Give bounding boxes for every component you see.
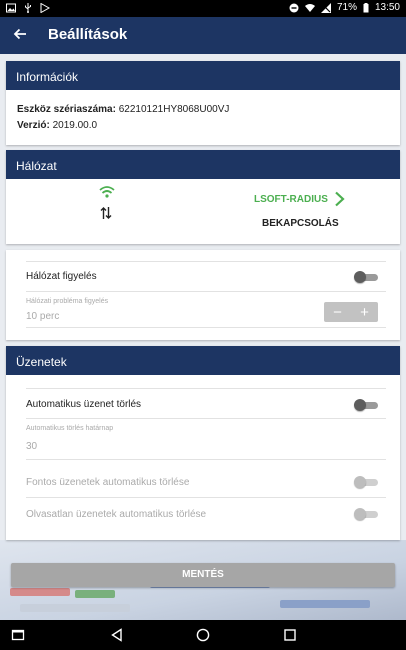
navigation-bar xyxy=(0,620,406,650)
save-button[interactable]: MENTÉS xyxy=(11,563,395,587)
wifi-signal-icon xyxy=(99,186,115,198)
toggle-thumb xyxy=(354,399,366,411)
toggle-thumb xyxy=(354,476,366,488)
usb-icon xyxy=(25,3,31,13)
recents-square-icon[interactable] xyxy=(11,628,25,642)
important-delete-label: Fontos üzenetek automatikus törlése xyxy=(26,477,190,488)
image-icon xyxy=(6,3,16,13)
toggle-thumb xyxy=(354,271,366,283)
arrow-left-icon[interactable] xyxy=(11,25,29,43)
unread-delete-toggle[interactable] xyxy=(354,508,378,520)
connect-button[interactable]: BEKAPCSOLÁS xyxy=(262,218,339,229)
page-title: Beállítások xyxy=(48,26,128,43)
info-card: Információk Eszköz szériaszáma: 62210121… xyxy=(6,61,400,145)
limit-value-input[interactable]: 30 xyxy=(26,441,386,452)
serial-label: Eszköz szériaszáma: xyxy=(17,104,116,115)
overview-square-icon[interactable] xyxy=(283,628,297,642)
network-card-header: Hálózat xyxy=(6,150,400,179)
network-monitoring-toggle[interactable] xyxy=(354,271,378,283)
version-line: Verzió: 2019.00.0 xyxy=(17,120,97,131)
important-delete-toggle[interactable] xyxy=(354,476,378,488)
chevron-right-icon[interactable] xyxy=(334,191,346,207)
play-store-icon xyxy=(40,3,50,13)
battery-percent: 71% xyxy=(336,2,357,13)
minus-circle-icon xyxy=(289,3,299,12)
info-card-header: Információk xyxy=(6,61,400,90)
increase-button[interactable]: + xyxy=(351,302,378,322)
toggle-thumb xyxy=(354,508,366,520)
input-underline xyxy=(26,459,386,460)
app-bar: Beállítások xyxy=(0,17,406,54)
serial-value: 62210121HY8068U00VJ xyxy=(118,104,230,115)
decrease-button[interactable]: − xyxy=(324,302,351,322)
version-value: 2019.00.0 xyxy=(52,120,98,131)
unread-delete-label: Olvasatlan üzenetek automatikus törlése xyxy=(26,509,207,520)
network-card: Hálózat LSOFT-RADIUS BEKAPCSOLÁS xyxy=(6,150,400,244)
divider xyxy=(26,497,386,498)
battery-icon xyxy=(363,2,369,12)
clock: 13:50 xyxy=(374,2,400,13)
data-transfer-icon xyxy=(100,207,112,219)
network-status: LSOFT-RADIUS BEKAPCSOLÁS xyxy=(6,179,400,243)
version-label: Verzió: xyxy=(17,120,50,131)
messages-card-header: Üzenetek xyxy=(6,346,400,375)
divider xyxy=(26,327,386,328)
divider xyxy=(26,388,386,389)
status-bar: 71% 13:50 xyxy=(0,0,406,17)
divider xyxy=(26,261,386,262)
home-circle-icon[interactable] xyxy=(196,628,210,642)
network-monitoring-label: Hálózat figyelés xyxy=(26,271,97,282)
serial-line: Eszköz szériaszáma: 62210121HY8068U00VJ xyxy=(17,104,229,115)
messages-card: Üzenetek Automatikus üzenet törlés Autom… xyxy=(6,346,400,540)
interval-stepper[interactable]: − + xyxy=(324,302,378,322)
monitoring-card: Hálózat figyelés Hálózati probléma figye… xyxy=(6,250,400,340)
wifi-icon xyxy=(304,3,315,12)
network-ssid[interactable]: LSOFT-RADIUS xyxy=(254,194,328,205)
auto-delete-label: Automatikus üzenet törlés xyxy=(26,399,142,410)
back-triangle-icon[interactable] xyxy=(110,628,124,642)
limit-hint: Automatikus törlés határnap xyxy=(26,425,114,432)
divider xyxy=(26,291,386,292)
divider xyxy=(26,418,386,419)
auto-delete-toggle[interactable] xyxy=(354,399,378,411)
no-sim-icon xyxy=(320,2,331,13)
